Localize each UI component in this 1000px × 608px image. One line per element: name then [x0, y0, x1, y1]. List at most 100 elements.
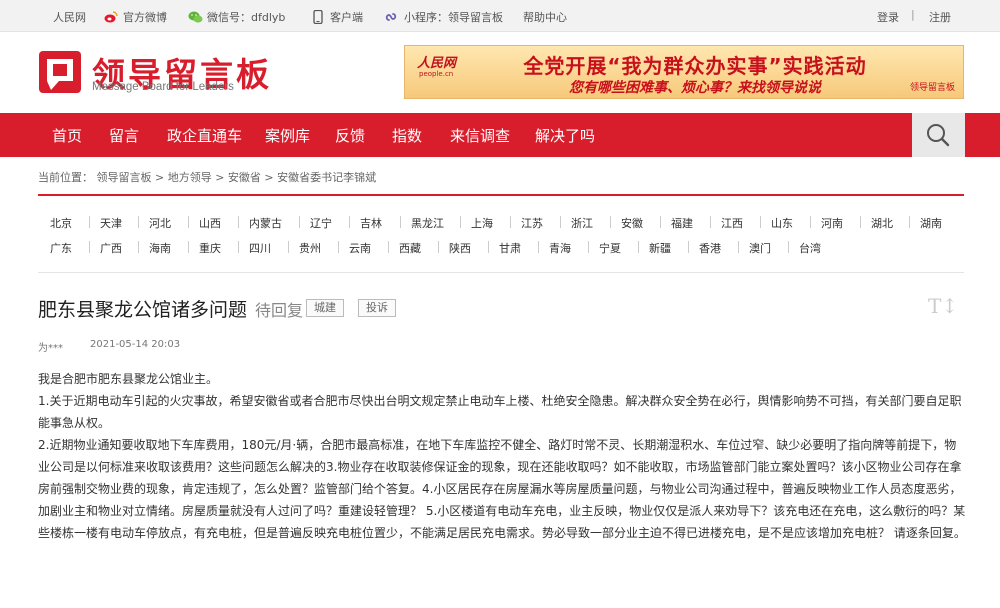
province-link[interactable]: 上海	[471, 215, 493, 231]
login-label: 登录	[877, 11, 899, 24]
nav-message[interactable]: 留言	[109, 125, 139, 146]
province-separator	[488, 241, 489, 253]
weibo-link[interactable]: 官方微博	[104, 9, 167, 25]
campaign-banner[interactable]: 人民网 people.cn 全党开展“我为群众办实事”实践活动 您有哪些困难事、…	[404, 45, 964, 99]
province-link[interactable]: 辽宁	[310, 215, 332, 231]
province-separator	[460, 216, 461, 228]
province-link[interactable]: 内蒙古	[249, 215, 282, 231]
province-link[interactable]: 重庆	[199, 240, 221, 256]
banner-brand-url: people.cn	[419, 70, 454, 78]
nav-index[interactable]: 指数	[392, 125, 422, 146]
province-separator	[188, 216, 189, 228]
nav-survey[interactable]: 来信调查	[450, 125, 510, 146]
province-separator	[388, 241, 389, 253]
people-link[interactable]: 人民网	[53, 9, 86, 25]
province-link[interactable]: 北京	[50, 215, 72, 231]
nav-feedback[interactable]: 反馈	[335, 125, 365, 146]
top-utility-bar: 人民网 官方微博 微信号：dfdlyb 客户端 小程序：领导留言板 帮助中心 登…	[0, 0, 1000, 32]
province-separator	[638, 241, 639, 253]
province-separator	[238, 216, 239, 228]
province-separator	[810, 216, 811, 228]
province-separator	[860, 216, 861, 228]
province-link[interactable]: 陕西	[449, 240, 471, 256]
province-separator	[138, 241, 139, 253]
province-link[interactable]: 江苏	[521, 215, 543, 231]
post-content: 我是合肥市肥东县聚龙公馆业主。 1.关于近期电动车引起的火灾事故，希望安徽省或者…	[38, 368, 966, 544]
province-link[interactable]: 澳门	[749, 240, 771, 256]
province-link[interactable]: 四川	[249, 240, 271, 256]
nav-resolved[interactable]: 解决了吗	[535, 125, 595, 146]
banner-headline: 全党开展“我为群众办实事”实践活动	[523, 54, 867, 78]
province-link[interactable]: 安徽	[621, 215, 643, 231]
post-time: 2021-05-14 20:03	[90, 339, 181, 350]
province-separator	[238, 241, 239, 253]
province-link[interactable]: 甘肃	[499, 240, 521, 256]
province-link[interactable]: 湖北	[871, 215, 893, 231]
province-separator	[188, 241, 189, 253]
province-separator	[89, 241, 90, 253]
province-separator	[788, 241, 789, 253]
wechat-label: 微信号：dfdlyb	[207, 11, 286, 24]
breadcrumb[interactable]: 当前位置： 领导留言板 > 地方领导 > 安徽省 > 安徽省委书记李锦斌	[38, 169, 376, 185]
province-link[interactable]: 山东	[771, 215, 793, 231]
wechat-link[interactable]: 微信号：dfdlyb	[188, 9, 285, 25]
province-separator	[538, 241, 539, 253]
province-link[interactable]: 广西	[100, 240, 122, 256]
province-link[interactable]: 广东	[50, 240, 72, 256]
help-center-link[interactable]: 帮助中心	[523, 9, 567, 25]
miniprogram-icon	[385, 10, 399, 24]
province-link[interactable]: 云南	[349, 240, 371, 256]
nav-cases[interactable]: 案例库	[265, 125, 310, 146]
miniprogram-label: 小程序：领导留言板	[404, 11, 503, 24]
search-icon	[927, 124, 950, 147]
province-separator	[760, 216, 761, 228]
province-link[interactable]: 宁夏	[599, 240, 621, 256]
province-link[interactable]: 西藏	[399, 240, 421, 256]
weibo-label: 官方微博	[123, 11, 167, 24]
nav-enterprise[interactable]: 政企直通车	[167, 125, 242, 146]
post-tag-type[interactable]: 投诉	[358, 299, 396, 317]
nav-home[interactable]: 首页	[52, 125, 82, 146]
register-link[interactable]: 注册	[929, 9, 951, 25]
province-link[interactable]: 黑龙江	[411, 215, 444, 231]
province-separator	[510, 216, 511, 228]
province-separator	[909, 216, 910, 228]
province-link[interactable]: 台湾	[799, 240, 821, 256]
post-author: 为***	[38, 343, 63, 354]
province-separator	[610, 216, 611, 228]
province-link[interactable]: 天津	[100, 215, 122, 231]
province-link[interactable]: 香港	[699, 240, 721, 256]
province-link[interactable]: 河北	[149, 215, 171, 231]
client-link[interactable]: 客户端	[311, 9, 363, 25]
register-label: 注册	[929, 11, 951, 24]
province-separator	[438, 241, 439, 253]
province-link[interactable]: 吉林	[360, 215, 382, 231]
province-separator	[688, 241, 689, 253]
province-link[interactable]: 山西	[199, 215, 221, 231]
province-separator	[349, 216, 350, 228]
province-separator	[89, 216, 90, 228]
province-link[interactable]: 贵州	[299, 240, 321, 256]
province-separator	[288, 241, 289, 253]
main-nav: 首页 留言 政企直通车 案例库 反馈 指数 来信调查 解决了吗	[0, 113, 1000, 157]
province-separator	[338, 241, 339, 253]
province-link[interactable]: 新疆	[649, 240, 671, 256]
font-size-icon[interactable]: T↕	[928, 294, 958, 318]
post-tag-category[interactable]: 城建	[306, 299, 344, 317]
login-link[interactable]: 登录	[877, 9, 899, 25]
province-link[interactable]: 青海	[549, 240, 571, 256]
search-button[interactable]	[912, 113, 965, 157]
weibo-icon	[104, 10, 118, 24]
post-title: 肥东县聚龙公馆诸多问题	[38, 299, 248, 321]
province-link[interactable]: 福建	[671, 215, 693, 231]
people-link-label: 人民网	[53, 11, 86, 24]
province-link[interactable]: 海南	[149, 240, 171, 256]
province-link[interactable]: 湖南	[920, 215, 942, 231]
wechat-icon	[188, 10, 203, 24]
post-paragraph: 2.近期物业通知要收取地下车库费用，180元/月·辆，合肥市最高标准，在地下车库…	[38, 438, 966, 540]
logo-subtitle: Message Board for Leaders	[92, 81, 234, 93]
miniprogram-link[interactable]: 小程序：领导留言板	[385, 9, 503, 25]
province-link[interactable]: 江西	[721, 215, 743, 231]
province-link[interactable]: 浙江	[571, 215, 593, 231]
province-link[interactable]: 河南	[821, 215, 843, 231]
